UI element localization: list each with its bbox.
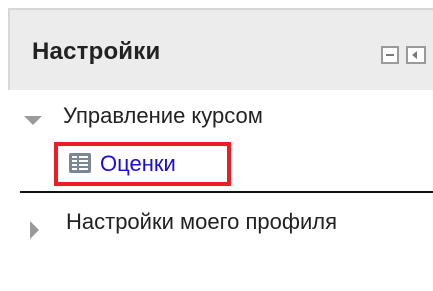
dock-icon[interactable] (406, 46, 426, 64)
grades-highlight-box: Оценки (54, 142, 231, 186)
block-title: Настройки (32, 38, 161, 65)
settings-block: Настройки Управление курсом Оценки Настр… (0, 0, 433, 291)
grades-link[interactable]: Оценки (100, 151, 176, 177)
grades-table-icon (69, 153, 91, 173)
course-admin-item[interactable]: Управление курсом (63, 103, 263, 129)
collapsed-arrow-icon[interactable] (30, 221, 39, 239)
expanded-arrow-icon[interactable] (24, 116, 42, 125)
minimize-icon[interactable] (381, 46, 399, 64)
section-divider (20, 191, 433, 193)
profile-settings-item[interactable]: Настройки моего профиля (66, 205, 366, 239)
